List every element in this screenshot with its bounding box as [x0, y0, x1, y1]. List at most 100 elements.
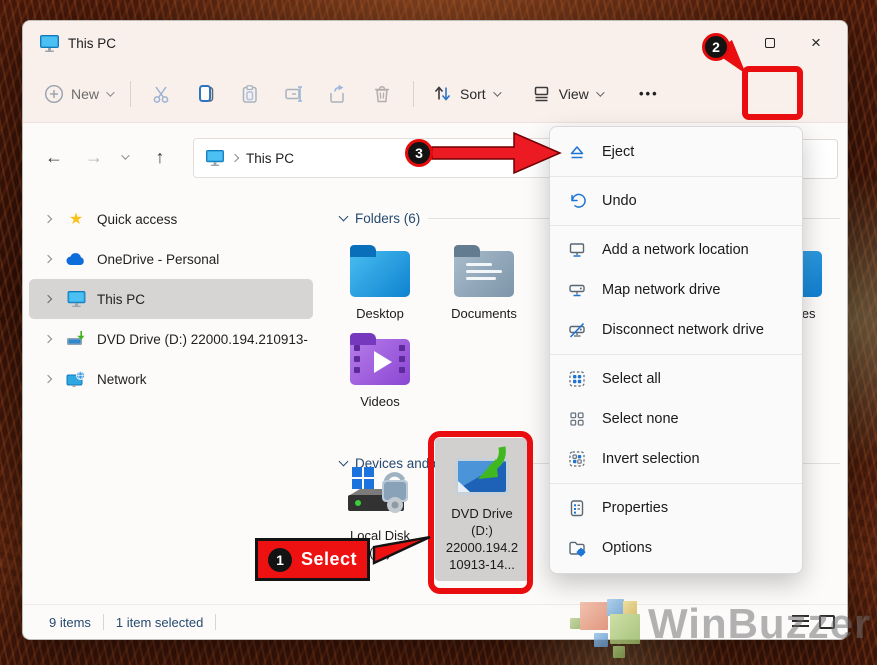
menu-item-label: Properties — [602, 500, 668, 516]
rename-icon — [283, 83, 305, 105]
sidebar-item-label: This PC — [97, 292, 145, 307]
menu-item-select-none[interactable]: Select none — [550, 399, 802, 439]
menu-item-label: Disconnect network drive — [602, 322, 764, 338]
chevron-down-icon — [596, 88, 604, 96]
delete-button[interactable] — [363, 76, 401, 112]
item-count: 9 items — [49, 615, 91, 630]
view-button[interactable]: View — [522, 77, 611, 110]
this-pc-icon — [40, 35, 59, 52]
properties-icon — [567, 498, 587, 518]
folder-label: Desktop — [332, 305, 428, 322]
sidebar-item-label: DVD Drive (D:) 22000.194.210913- — [97, 332, 308, 347]
folder-tile-documents[interactable]: Documents — [436, 243, 532, 322]
annotation-select-text: Select — [301, 549, 357, 570]
chevron-down-icon — [106, 88, 114, 96]
folder-tile-desktop[interactable]: Desktop — [332, 243, 428, 322]
menu-item-label: Map network drive — [602, 282, 720, 298]
close-button[interactable]: × — [793, 25, 839, 61]
expand-chevron-icon[interactable] — [39, 256, 57, 262]
folder-label: Videos — [332, 393, 428, 410]
menu-item-add-network-location[interactable]: Add a network location — [550, 230, 802, 270]
breadcrumb-chevron-icon — [231, 154, 239, 162]
rename-button[interactable] — [275, 76, 313, 112]
window-title: This PC — [68, 36, 116, 51]
network-icon — [65, 371, 87, 388]
sidebar-item-quick-access[interactable]: ★ Quick access — [29, 199, 313, 239]
share-button[interactable] — [319, 76, 357, 112]
menu-item-label: Eject — [602, 144, 634, 160]
menu-item-select-all[interactable]: Select all — [550, 359, 802, 399]
forward-button[interactable]: → — [77, 140, 111, 174]
menu-item-undo[interactable]: Undo — [550, 181, 802, 221]
see-more-button[interactable]: ••• — [629, 86, 669, 101]
menu-item-properties[interactable]: Properties — [550, 488, 802, 528]
undo-icon — [567, 191, 587, 211]
folder-tile-videos[interactable]: Videos — [332, 331, 428, 410]
select-all-icon — [567, 369, 587, 389]
menu-item-invert-selection[interactable]: Invert selection — [550, 439, 802, 479]
share-icon — [327, 83, 349, 105]
back-button[interactable]: ← — [37, 140, 71, 174]
chevron-down-icon — [493, 88, 501, 96]
view-icon — [531, 83, 552, 104]
section-title: Folders (6) — [355, 211, 420, 226]
annotation-badge-2: 2 — [702, 33, 730, 61]
recent-locations-button[interactable] — [111, 142, 137, 172]
select-none-icon — [567, 409, 587, 429]
this-pc-icon — [206, 150, 224, 166]
expand-chevron-icon[interactable] — [39, 216, 57, 222]
status-divider — [215, 614, 216, 630]
new-button[interactable]: New — [35, 78, 121, 110]
expand-chevron-icon[interactable] — [39, 336, 57, 342]
plus-circle-icon — [44, 84, 64, 104]
annotation-select-label: 1 Select — [255, 538, 370, 581]
menu-separator — [550, 225, 802, 226]
invert-selection-icon — [567, 449, 587, 469]
menu-item-map-network-drive[interactable]: Map network drive — [550, 270, 802, 310]
dvd-drive-icon — [65, 331, 87, 347]
paste-icon — [239, 83, 261, 105]
selected-count: 1 item selected — [116, 615, 203, 630]
thumbnail-view-toggle-icon[interactable] — [819, 615, 835, 629]
new-button-label: New — [71, 86, 99, 102]
expand-chevron-icon[interactable] — [39, 376, 57, 382]
onedrive-cloud-icon — [65, 252, 87, 266]
menu-item-label: Select none — [602, 411, 679, 427]
videos-folder-icon — [350, 339, 410, 385]
toolbar-divider — [413, 81, 414, 107]
copy-button[interactable] — [187, 76, 225, 112]
map-network-drive-icon — [567, 280, 587, 300]
sidebar-item-dvd-drive[interactable]: DVD Drive (D:) 22000.194.210913- — [29, 319, 313, 359]
sort-icon — [432, 83, 453, 104]
sidebar-item-network[interactable]: Network — [29, 359, 313, 399]
add-network-location-icon — [567, 240, 587, 260]
disconnect-network-drive-icon — [567, 320, 587, 340]
up-button[interactable]: ↑ — [143, 140, 177, 174]
details-view-toggle-icon[interactable] — [792, 615, 809, 630]
expand-chevron-icon[interactable] — [39, 296, 57, 302]
menu-separator — [550, 483, 802, 484]
desktop-background: { "titlebar": { "title": "This PC" }, "i… — [0, 0, 877, 665]
star-icon: ★ — [65, 209, 87, 229]
sort-button-label: Sort — [460, 86, 486, 102]
breadcrumb[interactable]: This PC — [246, 151, 294, 166]
menu-item-label: Undo — [602, 193, 637, 209]
sort-button[interactable]: Sort — [423, 77, 508, 110]
view-button-label: View — [559, 86, 589, 102]
annotation-box-dvd-drive — [428, 431, 533, 594]
cut-button[interactable] — [143, 76, 181, 112]
menu-item-label: Add a network location — [602, 242, 749, 258]
folder-label: Documents — [436, 305, 532, 322]
menu-item-options[interactable]: Options — [550, 528, 802, 568]
paste-button[interactable] — [231, 76, 269, 112]
sidebar-item-onedrive[interactable]: OneDrive - Personal — [29, 239, 313, 279]
menu-item-eject[interactable]: Eject — [550, 132, 802, 172]
sidebar-item-this-pc[interactable]: This PC — [29, 279, 313, 319]
sidebar-item-label: OneDrive - Personal — [97, 252, 219, 267]
menu-item-disconnect-network-drive[interactable]: Disconnect network drive — [550, 310, 802, 350]
this-pc-icon — [65, 291, 87, 307]
menu-separator — [550, 176, 802, 177]
see-more-menu: Eject Undo Add a network location — [549, 126, 803, 574]
eject-icon — [567, 142, 587, 162]
options-icon — [567, 538, 587, 558]
